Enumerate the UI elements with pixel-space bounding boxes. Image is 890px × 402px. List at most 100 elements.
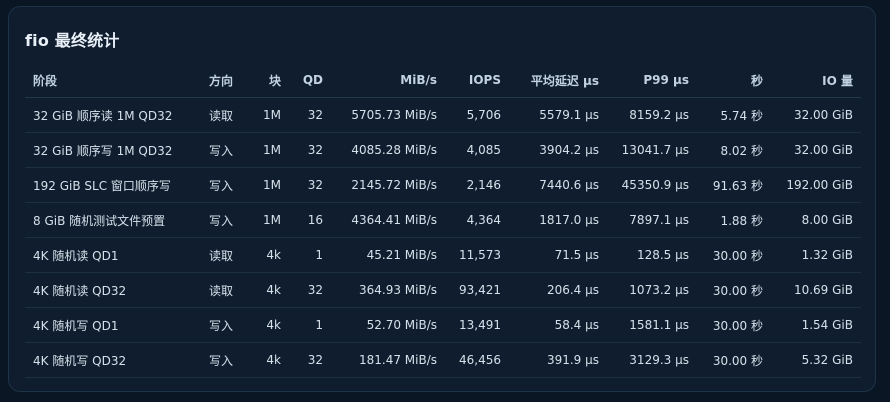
- cell-stage: 4K 随机写 QD32: [25, 342, 201, 378]
- cell-block: 1M: [245, 97, 289, 133]
- cell-p99: 45350.9 µs: [607, 167, 697, 203]
- cell-seconds: 8.02 秒: [697, 132, 771, 168]
- cell-io: 32.00 GiB: [771, 132, 861, 168]
- header-stage: 阶段: [25, 63, 201, 98]
- cell-stage: 32 GiB 顺序写 1M QD32: [25, 132, 201, 168]
- header-qd: QD: [289, 63, 331, 98]
- cell-direction: 读取: [201, 272, 245, 308]
- cell-p99: 7897.1 µs: [607, 202, 697, 238]
- cell-seconds: 30.00 秒: [697, 342, 771, 378]
- header-p99: P99 µs: [607, 63, 697, 98]
- cell-stage: 4K 随机读 QD1: [25, 237, 201, 273]
- cell-iops: 11,573: [445, 237, 509, 273]
- cell-iops: 4,364: [445, 202, 509, 238]
- cell-iops: 5,706: [445, 97, 509, 133]
- fio-stats-table: 阶段 方向 块 QD MiB/s IOPS 平均延迟 µs P99 µs 秒 I…: [25, 63, 861, 378]
- cell-seconds: 1.88 秒: [697, 202, 771, 238]
- cell-iops: 93,421: [445, 272, 509, 308]
- cell-qd: 32: [289, 342, 331, 378]
- cell-qd: 32: [289, 272, 331, 308]
- cell-mibs: 181.47 MiB/s: [331, 342, 445, 378]
- cell-block: 4k: [245, 342, 289, 378]
- cell-p99: 3129.3 µs: [607, 342, 697, 378]
- cell-avg-latency: 206.4 µs: [509, 272, 607, 308]
- table-row: 192 GiB SLC 窗口顺序写 写入 1M 32 2145.72 MiB/s…: [25, 167, 861, 203]
- cell-iops: 13,491: [445, 307, 509, 343]
- cell-p99: 13041.7 µs: [607, 132, 697, 168]
- cell-io: 5.32 GiB: [771, 342, 861, 378]
- header-avg-latency: 平均延迟 µs: [509, 63, 607, 98]
- header-iops: IOPS: [445, 63, 509, 98]
- cell-p99: 8159.2 µs: [607, 97, 697, 133]
- cell-iops: 4,085: [445, 132, 509, 168]
- cell-io: 1.54 GiB: [771, 307, 861, 343]
- cell-block: 1M: [245, 167, 289, 203]
- table-header-row: 阶段 方向 块 QD MiB/s IOPS 平均延迟 µs P99 µs 秒 I…: [25, 63, 861, 98]
- cell-direction: 读取: [201, 237, 245, 273]
- cell-qd: 1: [289, 237, 331, 273]
- cell-mibs: 52.70 MiB/s: [331, 307, 445, 343]
- header-io: IO 量: [771, 63, 861, 98]
- cell-avg-latency: 58.4 µs: [509, 307, 607, 343]
- cell-mibs: 364.93 MiB/s: [331, 272, 445, 308]
- cell-seconds: 30.00 秒: [697, 307, 771, 343]
- cell-stage: 32 GiB 顺序读 1M QD32: [25, 97, 201, 133]
- cell-direction: 写入: [201, 202, 245, 238]
- cell-p99: 1073.2 µs: [607, 272, 697, 308]
- header-block: 块: [245, 63, 289, 98]
- table-row: 4K 随机读 QD1 读取 4k 1 45.21 MiB/s 11,573 71…: [25, 237, 861, 273]
- cell-stage: 4K 随机写 QD1: [25, 307, 201, 343]
- cell-seconds: 5.74 秒: [697, 97, 771, 133]
- cell-mibs: 45.21 MiB/s: [331, 237, 445, 273]
- cell-qd: 32: [289, 167, 331, 203]
- cell-p99: 128.5 µs: [607, 237, 697, 273]
- cell-avg-latency: 5579.1 µs: [509, 97, 607, 133]
- cell-iops: 2,146: [445, 167, 509, 203]
- cell-direction: 写入: [201, 132, 245, 168]
- table-row: 4K 随机写 QD32 写入 4k 32 181.47 MiB/s 46,456…: [25, 342, 861, 378]
- cell-seconds: 30.00 秒: [697, 272, 771, 308]
- table-row: 8 GiB 随机测试文件预置 写入 1M 16 4364.41 MiB/s 4,…: [25, 202, 861, 238]
- panel-title: fio 最终统计: [25, 31, 120, 50]
- cell-qd: 1: [289, 307, 331, 343]
- cell-p99: 1581.1 µs: [607, 307, 697, 343]
- header-mibs: MiB/s: [331, 63, 445, 98]
- cell-block: 1M: [245, 132, 289, 168]
- cell-direction: 写入: [201, 167, 245, 203]
- cell-stage: 192 GiB SLC 窗口顺序写: [25, 167, 201, 203]
- cell-block: 4k: [245, 237, 289, 273]
- cell-avg-latency: 391.9 µs: [509, 342, 607, 378]
- cell-mibs: 2145.72 MiB/s: [331, 167, 445, 203]
- cell-io: 1.32 GiB: [771, 237, 861, 273]
- cell-qd: 32: [289, 97, 331, 133]
- cell-avg-latency: 71.5 µs: [509, 237, 607, 273]
- cell-mibs: 5705.73 MiB/s: [331, 97, 445, 133]
- cell-seconds: 91.63 秒: [697, 167, 771, 203]
- table-row: 32 GiB 顺序读 1M QD32 读取 1M 32 5705.73 MiB/…: [25, 97, 861, 133]
- cell-mibs: 4364.41 MiB/s: [331, 202, 445, 238]
- cell-block: 4k: [245, 272, 289, 308]
- cell-io: 192.00 GiB: [771, 167, 861, 203]
- cell-stage: 4K 随机读 QD32: [25, 272, 201, 308]
- cell-avg-latency: 3904.2 µs: [509, 132, 607, 168]
- cell-qd: 32: [289, 132, 331, 168]
- cell-seconds: 30.00 秒: [697, 237, 771, 273]
- cell-block: 4k: [245, 307, 289, 343]
- cell-io: 8.00 GiB: [771, 202, 861, 238]
- table-row: 32 GiB 顺序写 1M QD32 写入 1M 32 4085.28 MiB/…: [25, 132, 861, 168]
- cell-io: 10.69 GiB: [771, 272, 861, 308]
- cell-avg-latency: 7440.6 µs: [509, 167, 607, 203]
- cell-qd: 16: [289, 202, 331, 238]
- cell-avg-latency: 1817.0 µs: [509, 202, 607, 238]
- table-row: 4K 随机写 QD1 写入 4k 1 52.70 MiB/s 13,491 58…: [25, 307, 861, 343]
- header-seconds: 秒: [697, 63, 771, 98]
- cell-direction: 写入: [201, 342, 245, 378]
- cell-io: 32.00 GiB: [771, 97, 861, 133]
- cell-direction: 写入: [201, 307, 245, 343]
- header-direction: 方向: [201, 63, 245, 98]
- cell-block: 1M: [245, 202, 289, 238]
- cell-direction: 读取: [201, 97, 245, 133]
- cell-stage: 8 GiB 随机测试文件预置: [25, 202, 201, 238]
- cell-mibs: 4085.28 MiB/s: [331, 132, 445, 168]
- cell-iops: 46,456: [445, 342, 509, 378]
